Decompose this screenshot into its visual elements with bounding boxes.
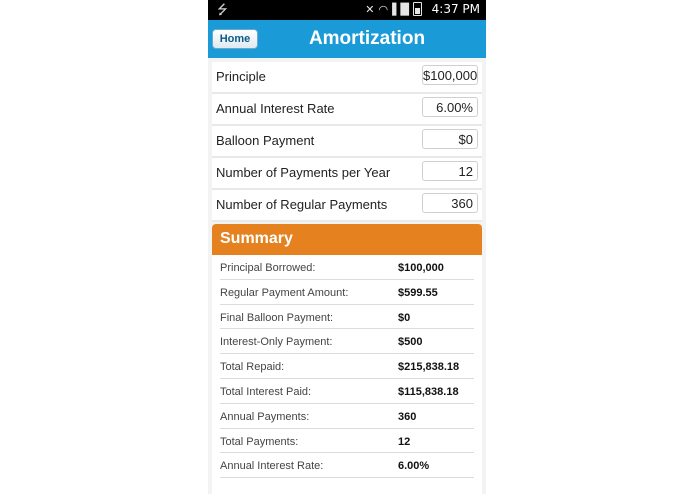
- input-row-payments-per-year: Number of Payments per Year 12: [212, 158, 482, 190]
- summary-row: Total Repaid: $215,838.18: [220, 354, 474, 379]
- input-label: Principle: [216, 69, 266, 84]
- input-label: Number of Regular Payments: [216, 197, 388, 212]
- balloon-payment-input[interactable]: $0: [422, 129, 478, 149]
- summary-row: Total Payments: 12: [220, 429, 474, 454]
- battery-icon: [413, 2, 422, 16]
- page-title: Amortization: [308, 28, 426, 49]
- summary-label: Total Repaid:: [220, 361, 285, 374]
- summary-value: 360: [398, 410, 417, 423]
- summary-value: 12: [398, 435, 411, 448]
- summary-value: $115,838.18: [398, 385, 459, 398]
- interest-rate-input[interactable]: 6.00%: [422, 97, 478, 117]
- summary-row: Regular Payment Amount: $599.55: [220, 280, 474, 305]
- clock: 4:37 PM: [431, 2, 480, 16]
- summary-row: Annual Interest Rate: 6.00%: [220, 453, 474, 479]
- summary-label: Total Payments:: [220, 435, 299, 448]
- signal-icon: ▌█: [392, 2, 409, 16]
- summary-value: $0: [398, 311, 411, 324]
- input-label: Number of Payments per Year: [216, 165, 391, 180]
- mute-icon: ✕: [365, 2, 375, 16]
- summary-row: Final Balloon Payment: $0: [220, 305, 474, 330]
- summary-value: 6.00%: [398, 460, 430, 473]
- principle-input[interactable]: $100,000: [422, 65, 478, 85]
- payments-per-year-input[interactable]: 12: [422, 161, 478, 181]
- summary-label: Interest-Only Payment:: [220, 336, 333, 349]
- summary-header: Summary: [212, 224, 482, 255]
- phone-screen: ⭍ ✕ ◠ ▌█ 4:37 PM Home Amortization Princ…: [208, 0, 486, 494]
- summary-label: Annual Payments:: [220, 410, 310, 423]
- summary-value: $599.55: [398, 286, 438, 299]
- input-row-balloon: Balloon Payment $0: [212, 126, 482, 158]
- input-form: Principle $100,000 Annual Interest Rate …: [212, 62, 482, 222]
- wifi-icon: ◠: [378, 2, 389, 16]
- input-label: Balloon Payment: [216, 133, 315, 148]
- input-row-regular-payments: Number of Regular Payments 360: [212, 190, 482, 222]
- input-label: Annual Interest Rate: [216, 101, 335, 116]
- summary-value: $500: [398, 336, 423, 349]
- app-bar: Home Amortization: [208, 20, 486, 58]
- summary-label: Total Interest Paid:: [220, 385, 312, 398]
- summary-title: Summary: [220, 230, 293, 247]
- summary-label: Final Balloon Payment:: [220, 311, 334, 324]
- summary-list: Principal Borrowed: $100,000 Regular Pay…: [212, 255, 482, 494]
- summary-value: $215,838.18: [398, 361, 460, 374]
- regular-payments-input[interactable]: 360: [422, 193, 478, 213]
- status-bar: ⭍ ✕ ◠ ▌█ 4:37 PM: [208, 0, 486, 20]
- summary-label: Regular Payment Amount:: [220, 286, 349, 299]
- summary-row: Interest-Only Payment: $500: [220, 329, 474, 355]
- home-button[interactable]: Home: [212, 29, 258, 49]
- input-row-interest-rate: Annual Interest Rate 6.00%: [212, 94, 482, 126]
- summary-value: $100,000: [398, 262, 444, 274]
- input-row-principle: Principle $100,000: [212, 62, 482, 94]
- summary-row: Annual Payments: 360: [220, 404, 474, 429]
- summary-label: Annual Interest Rate:: [220, 460, 324, 473]
- summary-row: Total Interest Paid: $115,838.18: [220, 379, 474, 404]
- summary-row: Principal Borrowed: $100,000: [220, 255, 474, 280]
- summary-label: Principal Borrowed:: [220, 262, 316, 274]
- status-icons: ✕ ◠ ▌█: [365, 2, 422, 16]
